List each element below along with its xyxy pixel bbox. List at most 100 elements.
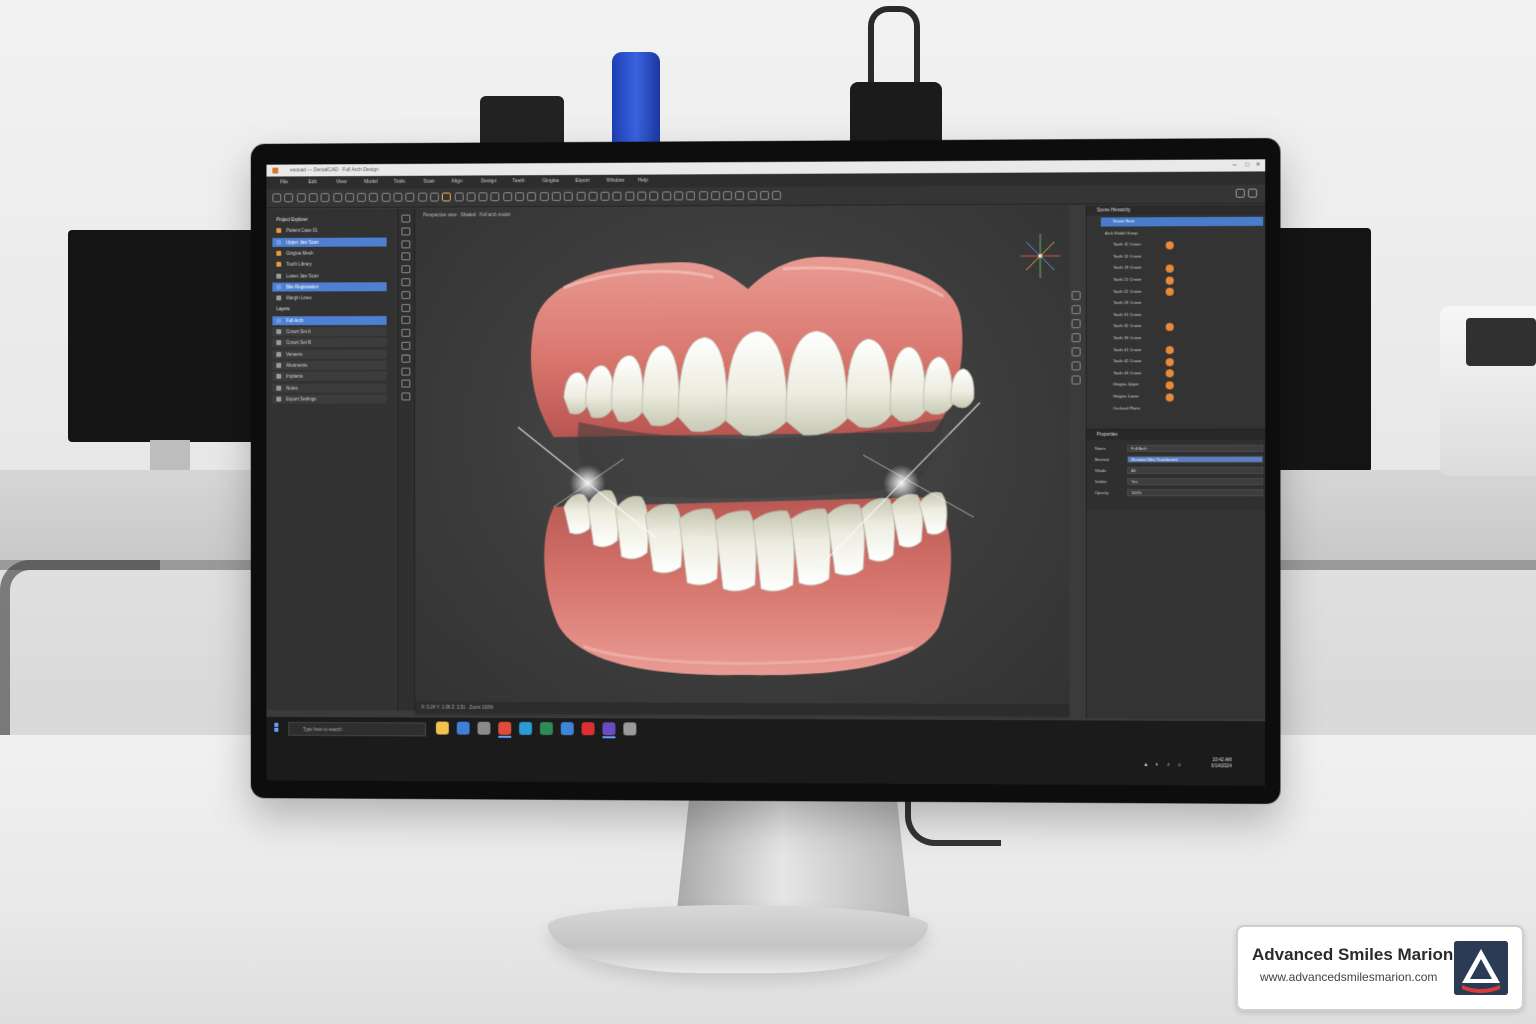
scene-item[interactable]: Tooth 33 Crown <box>1101 334 1263 343</box>
toolbar-tool-icon[interactable] <box>333 193 342 202</box>
toolbar-tool-icon[interactable] <box>515 192 524 201</box>
toolbar-tool-icon[interactable] <box>699 191 708 200</box>
side-tool-icon[interactable] <box>401 380 410 388</box>
property-value[interactable]: 100% <box>1127 489 1263 496</box>
tree-item[interactable]: Implants <box>272 372 386 381</box>
toolbar-tool-icon[interactable] <box>552 192 561 201</box>
menu-item-file[interactable]: File <box>280 176 288 189</box>
menu-item-design[interactable]: Design <box>481 175 496 188</box>
side-tool-icon[interactable] <box>401 278 410 286</box>
menu-item-scan[interactable]: Scan <box>423 176 434 189</box>
side-tool-icon[interactable] <box>401 342 410 350</box>
side-tool-icon[interactable] <box>401 240 410 248</box>
view-tool-icon[interactable] <box>1072 375 1081 384</box>
view-tool-icon[interactable] <box>1072 291 1081 300</box>
material-swatch-icon[interactable] <box>1166 370 1174 378</box>
chrome-icon[interactable] <box>498 722 511 735</box>
tree-item[interactable]: Abutments <box>272 361 386 370</box>
menu-item-window[interactable]: Window <box>606 175 624 188</box>
tree-item[interactable]: Project Explorer <box>272 215 386 224</box>
toolbar-tool-icon[interactable] <box>674 191 683 200</box>
material-swatch-icon[interactable] <box>1166 393 1174 401</box>
toolbar-tool-icon[interactable] <box>772 191 781 200</box>
menu-item-teeth[interactable]: Teeth <box>512 175 524 188</box>
view-tool-icon[interactable] <box>1072 305 1081 314</box>
toolbar-tool-icon[interactable] <box>564 192 573 201</box>
material-swatch-icon[interactable] <box>1166 381 1174 389</box>
toolbar-tool-icon[interactable] <box>650 192 659 201</box>
side-tool-icon[interactable] <box>401 291 410 299</box>
maximize-icon[interactable]: □ <box>1245 160 1249 170</box>
tree-item[interactable]: Lower Jaw Scan <box>272 271 386 280</box>
menu-item-model[interactable]: Model <box>364 176 377 189</box>
menu-item-help[interactable]: Help <box>638 175 648 188</box>
toolbar-tool-icon[interactable] <box>576 192 585 201</box>
tree-item[interactable]: Export Settings <box>272 394 386 403</box>
scene-item[interactable]: Gingiva Upper <box>1101 381 1263 390</box>
tree-item[interactable]: Layers <box>272 304 386 313</box>
opera-icon[interactable] <box>582 722 595 735</box>
close-icon[interactable]: × <box>1256 160 1260 170</box>
toolbar-tool-icon[interactable] <box>527 192 536 201</box>
toolbar-tool-icon[interactable] <box>418 193 427 202</box>
toolbar-tool-icon[interactable] <box>503 192 512 201</box>
toolbar-tool-icon[interactable] <box>540 192 549 201</box>
scene-item[interactable]: Tooth 12 Crown <box>1101 252 1263 261</box>
property-value[interactable]: Yes <box>1127 478 1263 485</box>
material-swatch-icon[interactable] <box>1166 288 1174 296</box>
view-tool-icon[interactable] <box>1072 361 1081 370</box>
view-tool-icon[interactable] <box>1072 333 1081 342</box>
photos-icon[interactable] <box>478 722 491 735</box>
side-tool-icon[interactable] <box>401 316 410 324</box>
excel-icon[interactable] <box>540 722 553 735</box>
toolbar-tool-icon[interactable] <box>309 193 318 202</box>
toolbar-tool-icon[interactable] <box>686 191 695 200</box>
menu-item-export[interactable]: Export <box>575 175 589 188</box>
visual-studio-icon[interactable] <box>603 722 616 735</box>
toolbar-tool-icon[interactable] <box>662 191 671 200</box>
menu-item-align[interactable]: Align <box>451 176 462 189</box>
start-icon[interactable] <box>274 723 283 732</box>
side-tool-icon[interactable] <box>401 265 410 273</box>
scene-item[interactable]: Tooth 42 Crown <box>1101 357 1263 366</box>
toolbar-tool-icon[interactable] <box>357 193 366 202</box>
toolbar-tool-icon[interactable] <box>735 191 744 200</box>
side-tool-icon[interactable] <box>401 393 410 401</box>
side-tool-icon[interactable] <box>401 304 410 312</box>
toolbar-tool-icon[interactable] <box>369 193 378 202</box>
toolbar-tool-icon[interactable] <box>588 192 597 201</box>
file-explorer-icon[interactable] <box>436 722 449 735</box>
tray-clock[interactable]: 10:42 AM 6/14/2024 <box>1150 757 1231 770</box>
toolbar-tool-icon[interactable] <box>284 193 293 202</box>
scene-item[interactable]: Tooth 31 Crown <box>1101 310 1263 319</box>
toolbar-tool-icon[interactable] <box>760 191 769 200</box>
scene-item[interactable]: Tooth 41 Crown <box>1101 346 1263 355</box>
scene-item[interactable]: Tooth 43 Crown <box>1101 369 1263 378</box>
side-tool-icon[interactable] <box>401 329 410 337</box>
tree-item[interactable]: Patient Case 01 <box>272 226 386 235</box>
scene-item[interactable]: Tooth 21 Crown <box>1101 275 1263 284</box>
tree-item[interactable]: Notes <box>272 383 386 392</box>
menu-item-view[interactable]: View <box>336 176 347 189</box>
tree-item[interactable]: Upper Jaw Scan <box>272 237 386 246</box>
taskbar-search[interactable]: Type here to search <box>288 722 426 737</box>
tree-item[interactable]: Tooth Library <box>272 260 386 269</box>
toolbar-tool-icon[interactable] <box>345 193 354 202</box>
toolbar-tool-icon[interactable] <box>297 193 306 202</box>
tree-item[interactable]: Bite Registration <box>272 282 386 291</box>
scene-item[interactable]: Tooth 13 Crown <box>1101 264 1263 273</box>
toolbar-tool-icon[interactable] <box>637 192 646 201</box>
material-swatch-icon[interactable] <box>1166 346 1174 354</box>
property-value[interactable]: Zirconia Ultra Translucent <box>1127 456 1263 463</box>
view-tool-icon[interactable] <box>1072 319 1081 328</box>
toolbar-tool-icon[interactable] <box>711 191 720 200</box>
toolbar-tool-icon[interactable] <box>748 191 757 200</box>
scene-item[interactable]: Tooth 32 Crown <box>1101 322 1263 331</box>
edge-icon[interactable] <box>519 722 532 735</box>
menu-item-gingiva[interactable]: Gingiva <box>542 175 559 188</box>
tree-item[interactable]: Full Arch <box>272 316 386 325</box>
side-tool-icon[interactable] <box>401 355 410 363</box>
material-swatch-icon[interactable] <box>1166 358 1174 366</box>
scene-item[interactable]: Tooth 23 Crown <box>1101 299 1263 308</box>
toolbar-tool-icon[interactable] <box>491 192 500 201</box>
